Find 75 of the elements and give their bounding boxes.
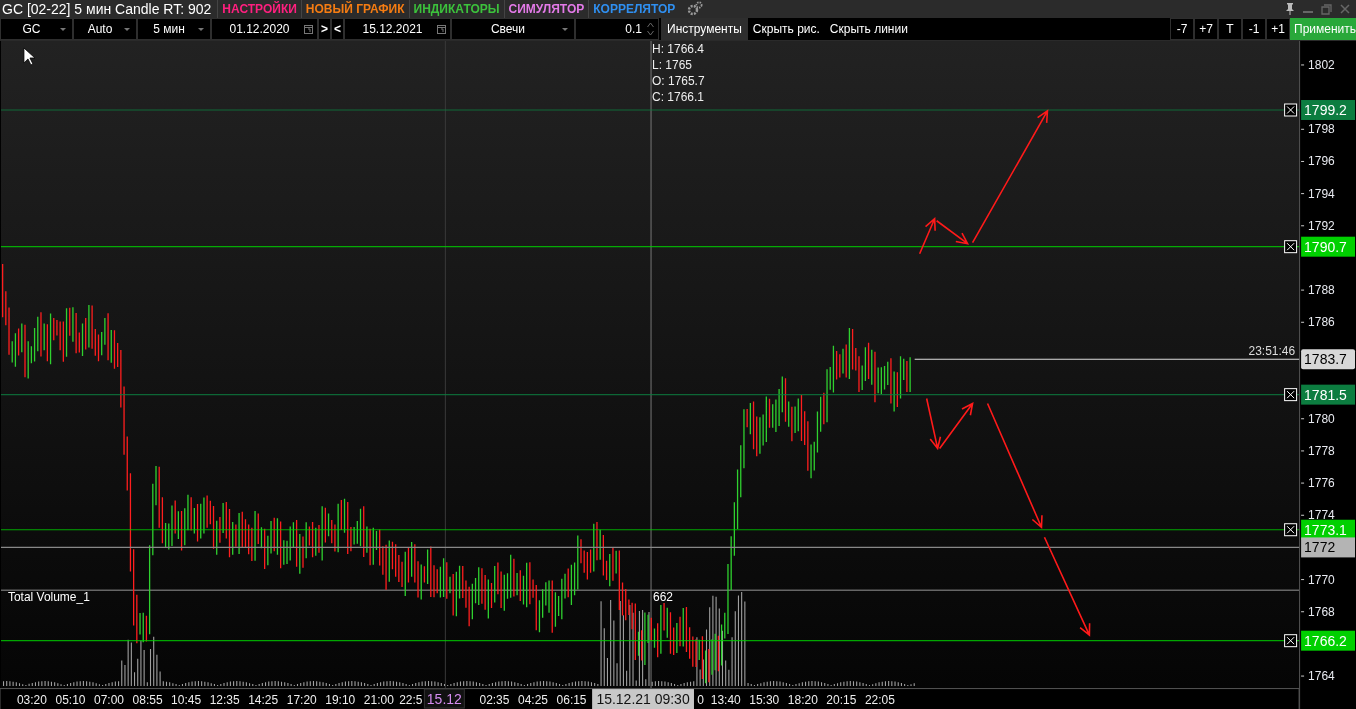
price-tick: 1780 (1308, 411, 1335, 426)
symbol-dropdown[interactable]: GC (0, 18, 73, 40)
time-tick: 20:15 (826, 693, 857, 707)
time-tick: 17:20 (286, 693, 317, 707)
forward-button[interactable]: > (318, 18, 331, 40)
last-price-label: 1783.7 (1301, 349, 1355, 370)
volume-reading: 662 (653, 590, 673, 605)
time-tick: 21:00 (363, 693, 394, 707)
time-tick: 10:45 (171, 693, 202, 707)
time-tick: 15:30 (749, 693, 780, 707)
ohlc-text: C: 1766.1 (652, 89, 704, 104)
time-tick: 03:20 (16, 693, 47, 707)
shift-button[interactable]: -7 (1170, 18, 1194, 40)
price-tick: 1786 (1308, 315, 1335, 330)
remove-level-icon[interactable] (1284, 634, 1298, 648)
time-tick: 19:10 (325, 693, 356, 707)
level-price-label: 1799.2 (1301, 100, 1355, 120)
level-price-label: 1772 (1301, 537, 1355, 558)
timer-text: 23:51:46 (1248, 344, 1296, 359)
window-title: GC [02-22] 5 мин Candle RT: 902 (2, 1, 212, 17)
remove-level-icon[interactable] (1284, 240, 1298, 254)
time-tick: 02:35 (479, 693, 510, 707)
price-tick: 1770 (1308, 572, 1335, 587)
time-tick: 13:40 (710, 693, 741, 707)
price-tick: 1792 (1308, 218, 1335, 233)
chart-type-dropdown[interactable]: Свечи (451, 18, 575, 40)
interval-dropdown[interactable]: 5 мин (137, 18, 211, 40)
level-price-label: 1790.7 (1301, 236, 1355, 257)
price-tick: 1802 (1308, 57, 1335, 72)
price-tick: 1776 (1308, 476, 1335, 491)
price-tick: 1768 (1308, 604, 1335, 619)
back-button[interactable]: < (331, 18, 344, 40)
date-field[interactable]: 15.12.2021 (344, 18, 451, 40)
price-tick: 1788 (1308, 283, 1335, 298)
time-tick: 04:25 (518, 693, 548, 707)
remove-level-icon[interactable] (1284, 103, 1298, 117)
time-tick: 07:00 (94, 693, 124, 707)
level-price-label: 1766.2 (1301, 630, 1355, 651)
time-tick: 12:35 (209, 693, 240, 707)
step-spinner[interactable]: 0.1 (575, 18, 659, 40)
close-icon[interactable] (1340, 4, 1350, 14)
ohlc-text: H: 1766.4 (652, 41, 704, 56)
time-tick: 05:10 (55, 693, 86, 707)
time-tick: 22:05 (864, 693, 895, 707)
price-tick: 1796 (1308, 154, 1335, 169)
time-tick: 0 (697, 693, 704, 707)
time-tick: 22:5 (399, 693, 423, 707)
level-price-label: 1781.5 (1301, 384, 1355, 405)
remove-level-icon[interactable] (1284, 388, 1298, 402)
calendar-icon[interactable] (304, 24, 313, 34)
price-tick: 1764 (1308, 669, 1335, 684)
gears-icon[interactable] (687, 1, 704, 17)
shift-button[interactable]: T (1218, 18, 1242, 40)
date-marker: 15.12 (423, 688, 465, 709)
calendar-icon[interactable] (437, 24, 446, 34)
shift-button[interactable]: +1 (1266, 18, 1290, 40)
time-tick: 08:55 (132, 693, 163, 707)
cursor-icon (23, 47, 36, 66)
volume-title: Total Volume_1 (7, 590, 90, 605)
remove-level-icon[interactable] (1284, 523, 1298, 537)
ohlc-text: O: 1765.7 (652, 73, 705, 88)
scale-dropdown[interactable]: Auto (73, 18, 137, 40)
shift-button[interactable]: -1 (1242, 18, 1266, 40)
tools-button[interactable]: Инструменты (661, 18, 748, 40)
time-tick: 18:20 (787, 693, 818, 707)
price-tick: 1778 (1308, 443, 1335, 458)
pin-icon[interactable] (1285, 3, 1295, 15)
shift-button[interactable]: +7 (1194, 18, 1218, 40)
date-field[interactable]: 01.12.2020 (211, 18, 318, 40)
price-tick: 1798 (1308, 122, 1335, 137)
crosshair-time-label: 15.12.21 09:30 (592, 689, 694, 709)
price-tick: 1794 (1308, 186, 1335, 201)
ohlc-text: L: 1765 (652, 57, 692, 72)
time-tick: 06:15 (556, 693, 587, 707)
time-tick: 14:25 (248, 693, 279, 707)
